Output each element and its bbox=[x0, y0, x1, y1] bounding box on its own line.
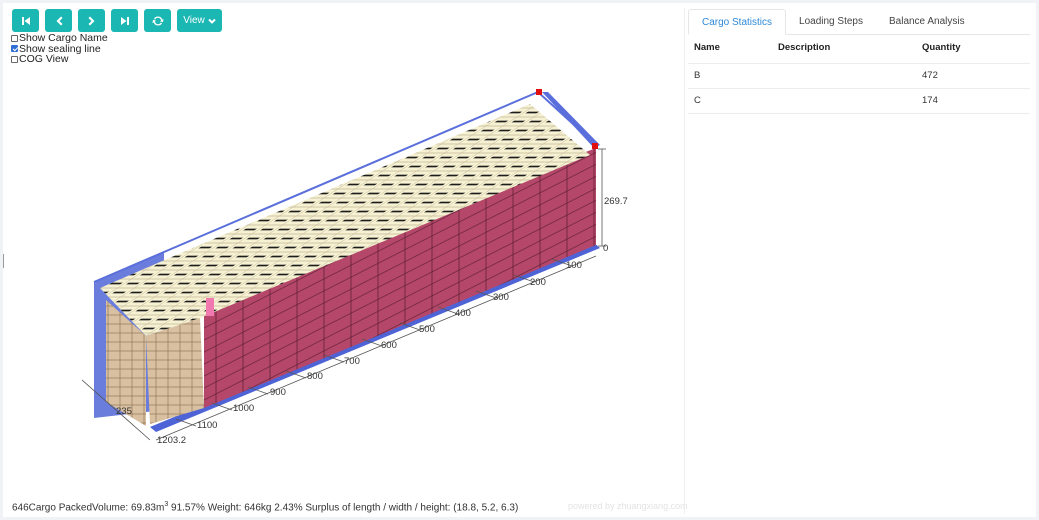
powered-by-text[interactable]: powered by zhuangxiang.com bbox=[568, 501, 688, 511]
cargo-b-front-face bbox=[146, 318, 204, 424]
cargo-statistics-table: Name Description Quantity B 472 C 174 bbox=[688, 39, 1030, 114]
length-tick-label-1100: 1100 bbox=[197, 420, 217, 431]
column-header-name: Name bbox=[694, 42, 720, 53]
width-label: 235 bbox=[116, 406, 132, 417]
length-tick-1100 bbox=[175, 418, 197, 427]
tab-balance-analysis[interactable]: Balance Analysis bbox=[876, 9, 978, 34]
length-tick-label-500: 500 bbox=[419, 324, 435, 335]
length-total-label: 1203.2 bbox=[157, 435, 186, 446]
tab-loading-steps[interactable]: Loading Steps bbox=[786, 9, 876, 34]
cell-quantity: 472 bbox=[922, 70, 938, 81]
statistics-panel: Cargo Statistics Loading Steps Balance A… bbox=[688, 9, 1030, 114]
panel-tabs: Cargo Statistics Loading Steps Balance A… bbox=[688, 9, 1030, 35]
height-label: 269.7 bbox=[604, 196, 628, 207]
length-tick-label-100: 100 bbox=[566, 260, 582, 271]
table-row[interactable]: C 174 bbox=[688, 89, 1030, 114]
length-tick-label-600: 600 bbox=[381, 340, 397, 351]
container-3d-view[interactable]: 269.7 0 235 1203.2 100 200 300 400 500 6… bbox=[0, 0, 684, 500]
table-row[interactable]: B 472 bbox=[688, 64, 1030, 89]
column-header-description: Description bbox=[778, 42, 831, 53]
length-tick-label-200: 200 bbox=[530, 277, 546, 288]
length-tick-label-300: 300 bbox=[493, 292, 509, 303]
sealing-marker-top bbox=[536, 89, 542, 95]
length-tick-label-1000: 1000 bbox=[233, 403, 254, 414]
cell-name: B bbox=[694, 70, 701, 81]
column-header-quantity: Quantity bbox=[922, 42, 961, 53]
length-tick-label-800: 800 bbox=[307, 371, 323, 382]
sealing-marker-right bbox=[592, 143, 598, 149]
length-tick-label-400: 400 bbox=[455, 308, 471, 319]
cell-quantity: 174 bbox=[922, 95, 938, 106]
packing-status: 646Cargo PackedVolume: 69.83m3 91.57% We… bbox=[12, 501, 518, 513]
status-suffix: 91.57% Weight: 646kg 2.43% Surplus of le… bbox=[168, 502, 519, 514]
length-tick-label-700: 700 bbox=[344, 356, 360, 367]
status-prefix: 646Cargo PackedVolume: 69.83m bbox=[12, 502, 165, 514]
tab-cargo-statistics[interactable]: Cargo Statistics bbox=[688, 9, 787, 35]
table-header-row: Name Description Quantity bbox=[688, 39, 1030, 64]
panel-divider bbox=[684, 8, 685, 514]
cargo-pink-marker bbox=[206, 298, 214, 316]
cell-name: C bbox=[694, 95, 701, 106]
height-zero-label: 0 bbox=[603, 243, 608, 254]
length-tick-label-900: 900 bbox=[270, 387, 286, 398]
